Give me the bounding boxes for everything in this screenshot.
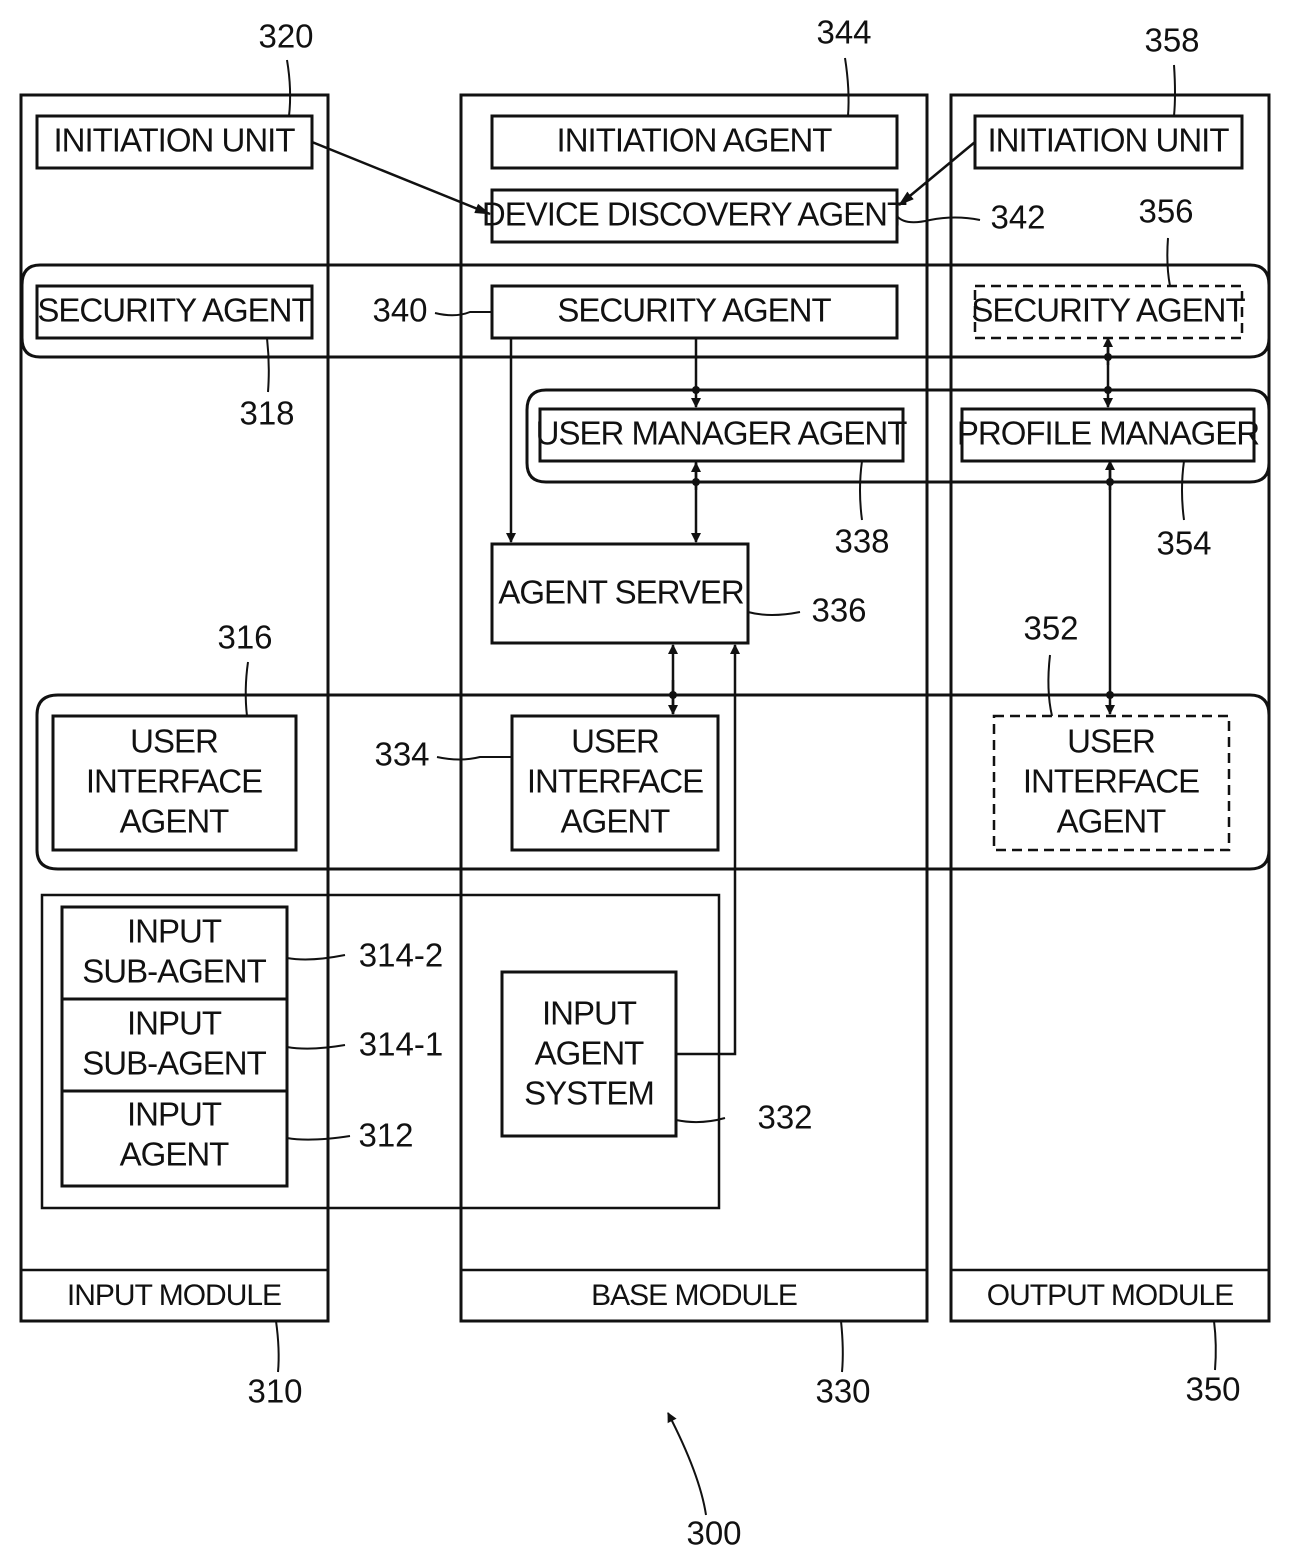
output-security-agent-label: SECURITY AGENT (971, 292, 1245, 329)
input-agent-line-1: INPUT (127, 1096, 222, 1133)
junction-dot (692, 478, 700, 486)
leader-350 (1213, 1320, 1217, 1371)
leader-310 (275, 1320, 280, 1373)
ref-332: 332 (757, 1099, 812, 1136)
output-module-label: OUTPUT MODULE (987, 1279, 1233, 1312)
base-security-agent-label: SECURITY AGENT (557, 292, 831, 329)
output-initiation-unit-label: INITIATION UNIT (987, 122, 1229, 159)
junction-dot (692, 386, 700, 394)
input-sub-agent-1-line-2: SUB-AGENT (82, 1045, 266, 1082)
device-discovery-agent-label: DEVICE DISCOVERY AGENT (482, 196, 907, 233)
input-sub-agent-1-line-1: INPUT (127, 1005, 222, 1042)
ref-314-1: 314-1 (359, 1026, 443, 1063)
base-module-label: BASE MODULE (591, 1279, 797, 1312)
input-sub-agent-2-line-1: INPUT (127, 913, 222, 950)
ref-356: 356 (1138, 193, 1193, 230)
ref-310: 310 (247, 1373, 302, 1410)
leader-330 (840, 1320, 844, 1373)
input-sub-agent-2-line-2: SUB-AGENT (82, 953, 266, 990)
base-uia-line-3: AGENT (561, 803, 671, 840)
output-uia-line-3: AGENT (1057, 803, 1167, 840)
ref-320: 320 (258, 18, 313, 55)
leader-300 (667, 1412, 707, 1516)
ref-334: 334 (374, 736, 429, 773)
ref-344: 344 (816, 14, 871, 51)
output-uia-line-1: USER (1067, 723, 1155, 760)
user-manager-agent-label: USER MANAGER AGENT (536, 415, 908, 452)
ref-300: 300 (686, 1515, 741, 1552)
junction-dot (1106, 478, 1114, 486)
ref-354: 354 (1156, 525, 1211, 562)
input-uia-line-2: INTERFACE (86, 763, 262, 800)
ref-352: 352 (1023, 610, 1078, 647)
system-diagram: INPUT MODULE BASE MODULE OUTPUT MODULE I… (19, 14, 1271, 1552)
output-uia-line-2: INTERFACE (1023, 763, 1199, 800)
ref-338: 338 (834, 523, 889, 560)
input-initiation-unit-label: INITIATION UNIT (53, 122, 295, 159)
input-security-agent-label: SECURITY AGENT (37, 292, 311, 329)
ref-336: 336 (811, 592, 866, 629)
junction-dot (1104, 353, 1112, 361)
ref-358: 358 (1144, 22, 1199, 59)
ref-318: 318 (239, 395, 294, 432)
ref-330: 330 (815, 1373, 870, 1410)
ref-312: 312 (358, 1117, 413, 1154)
agent-server-label: AGENT SERVER (498, 574, 744, 611)
input-agent-line-2: AGENT (120, 1136, 230, 1173)
input-uia-line-3: AGENT (120, 803, 230, 840)
input-agent-system-line-2: AGENT (535, 1035, 645, 1072)
profile-manager-label: PROFILE MANAGER (957, 415, 1259, 452)
junction-dot (1106, 691, 1114, 699)
ref-340: 340 (372, 292, 427, 329)
initiation-agent-label: INITIATION AGENT (557, 122, 833, 159)
ref-342: 342 (990, 199, 1045, 236)
base-uia-line-2: INTERFACE (527, 763, 703, 800)
ref-350: 350 (1185, 1371, 1240, 1408)
base-uia-line-1: USER (571, 723, 659, 760)
ref-316: 316 (217, 619, 272, 656)
input-agent-system-line-3: SYSTEM (524, 1075, 654, 1112)
junction-dot (1104, 386, 1112, 394)
input-agent-system-line-1: INPUT (542, 995, 637, 1032)
leader-358 (1173, 64, 1176, 117)
input-module-label: INPUT MODULE (67, 1279, 281, 1312)
ref-314-2: 314-2 (359, 937, 443, 974)
junction-dot (669, 691, 677, 699)
input-uia-line-1: USER (130, 723, 218, 760)
